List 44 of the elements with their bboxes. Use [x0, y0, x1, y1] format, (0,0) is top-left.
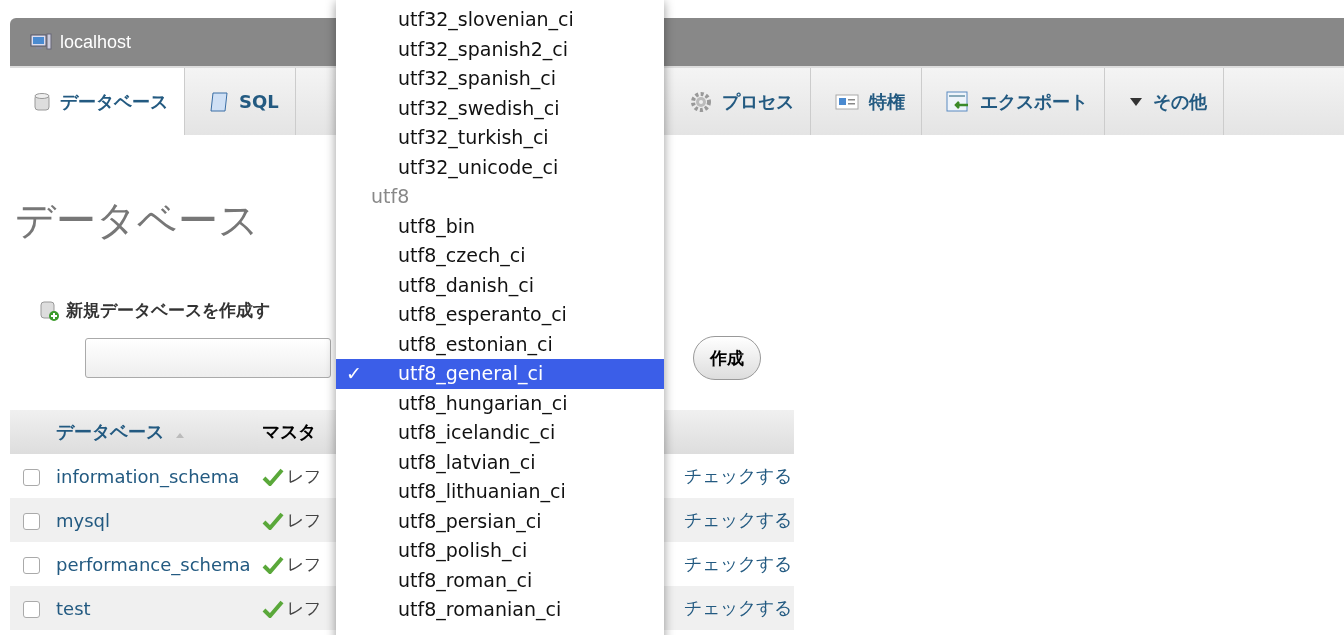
menu-option[interactable]: utf8_bin	[336, 211, 664, 241]
check-link[interactable]: チェックする	[684, 465, 792, 486]
server-title: localhost	[60, 31, 132, 53]
column-header: マスタ	[262, 421, 316, 442]
tab[interactable]: 特権	[810, 68, 922, 135]
table-cell: レフ	[287, 553, 321, 574]
check-link[interactable]: チェックする	[684, 509, 792, 530]
create-database-label: 新規データベースを作成す	[66, 299, 270, 322]
menu-option[interactable]: utf8_romanian_ci	[336, 595, 664, 625]
page-title: データベース	[15, 196, 259, 243]
checkmark-icon: ✓	[346, 359, 362, 389]
tab[interactable]: データベース	[10, 68, 185, 135]
menu-option[interactable]: utf32_spanish2_ci	[336, 34, 664, 64]
menu-option[interactable]: utf8_latvian_ci	[336, 447, 664, 477]
database-link[interactable]: mysql	[56, 509, 110, 531]
tab[interactable]: プロセス	[665, 68, 811, 135]
database-link[interactable]: information_schema	[56, 465, 240, 487]
table-cell: レフ	[287, 465, 321, 486]
menu-option[interactable]: utf32_slovenian_ci	[336, 5, 664, 35]
menu-option[interactable]: utf8_roman_ci	[336, 565, 664, 595]
menu-option[interactable]: utf8_lithuanian_ci	[336, 477, 664, 507]
menu-option[interactable]: utf32_unicode_ci	[336, 152, 664, 182]
menu-option[interactable]: utf8_persian_ci	[336, 506, 664, 536]
database-link[interactable]: performance_schema	[56, 553, 251, 575]
menu-option[interactable]: utf32_swedish_ci	[336, 93, 664, 123]
group-label: utf8	[370, 184, 411, 209]
create-button[interactable]: 作成	[693, 336, 761, 380]
menu-option[interactable]: utf8_danish_ci	[336, 270, 664, 300]
check-link[interactable]: チェックする	[684, 597, 792, 618]
menu-option[interactable]: utf8_esperanto_ci	[336, 300, 664, 330]
table-cell: レフ	[287, 509, 321, 530]
menu-option[interactable]: utf8_polish_ci	[336, 536, 664, 566]
menu-option[interactable]: utf8_hungarian_ci	[336, 388, 664, 418]
tab[interactable]: エクスポート	[921, 68, 1105, 135]
database-link[interactable]: test	[56, 597, 91, 619]
menu-option[interactable]: ✓ utf8_general_ci	[336, 359, 664, 389]
menu-option[interactable]: utf32_spanish_ci	[336, 64, 664, 94]
tab[interactable]: SQL	[185, 68, 296, 135]
menu-option[interactable]: utf8_estonian_ci	[336, 329, 664, 359]
table-cell: レフ	[287, 597, 321, 618]
menu-option[interactable]: utf8_czech_ci	[336, 241, 664, 271]
menu-option[interactable]: utf32_turkish_ci	[336, 123, 664, 153]
tab[interactable]: その他	[1104, 68, 1224, 135]
check-link[interactable]: チェックする	[684, 553, 792, 574]
